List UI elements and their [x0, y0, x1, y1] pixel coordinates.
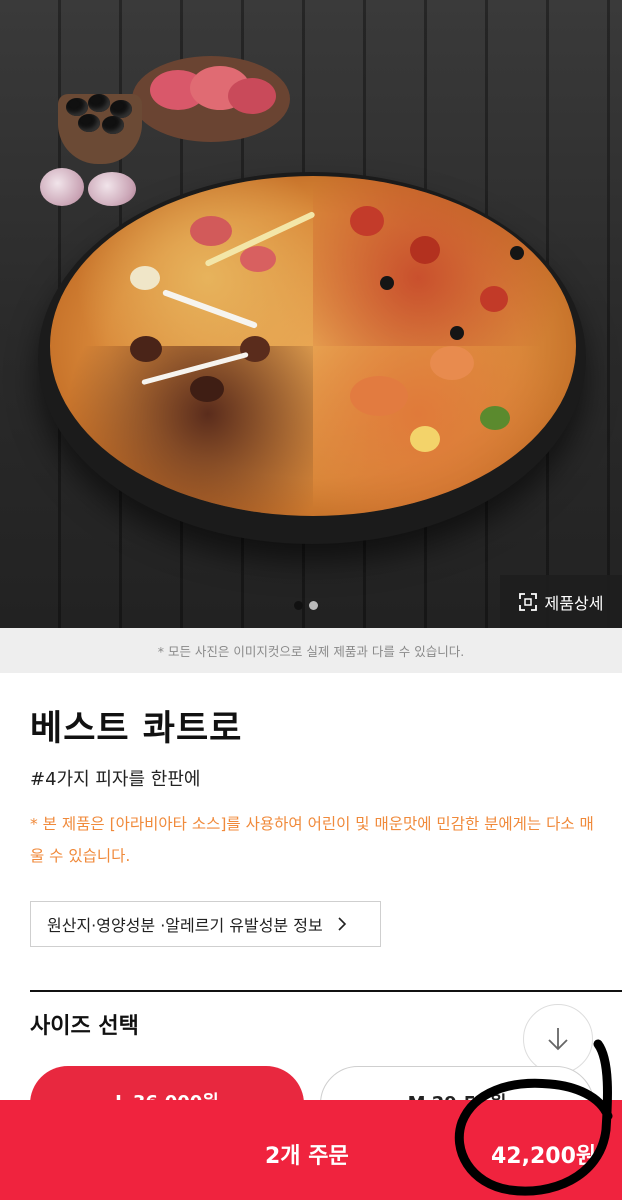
order-button-label: 2개 주문: [265, 1144, 349, 1169]
spicy-warning: * 본 제품은 [아라비아타 소스]를 사용하여 어린이 및 매운맛에 민감한 …: [30, 815, 594, 865]
product-detail-label: 제품상세: [544, 593, 604, 613]
chevron-right-icon: [338, 917, 346, 931]
carousel-indicator: [294, 595, 324, 614]
order-total-price: 42,200원: [491, 1144, 597, 1169]
size-section-title: 사이즈 선택: [30, 1014, 139, 1039]
product-tagline: #4가지 피자를 한판에: [30, 769, 201, 790]
carousel-dot[interactable]: [309, 601, 318, 610]
ham-plate-image: [132, 56, 290, 142]
olive-bowl-image: [58, 94, 142, 164]
focus-frame-icon: [518, 592, 537, 611]
product-detail-button[interactable]: 제품상세: [500, 575, 622, 628]
section-divider: [30, 990, 622, 992]
order-bar[interactable]: 2개 주문 42,200원: [0, 1100, 622, 1200]
product-title: 베스트 콰트로: [30, 709, 243, 749]
image-disclaimer: * 모든 사진은 이미지컷으로 실제 제품과 다를 수 있습니다.: [0, 628, 622, 673]
carousel-dot[interactable]: [294, 601, 303, 610]
product-image-carousel[interactable]: 제품상세: [0, 0, 622, 628]
info-button-label: 원산지·영양성분 ·알레르기 유발성분 정보: [47, 916, 323, 935]
arrow-down-icon: [548, 1028, 568, 1051]
scroll-down-button[interactable]: [523, 1004, 593, 1074]
nutrition-allergy-info-button[interactable]: 원산지·영양성분 ·알레르기 유발성분 정보: [30, 901, 381, 947]
pizza-image: [50, 176, 576, 516]
